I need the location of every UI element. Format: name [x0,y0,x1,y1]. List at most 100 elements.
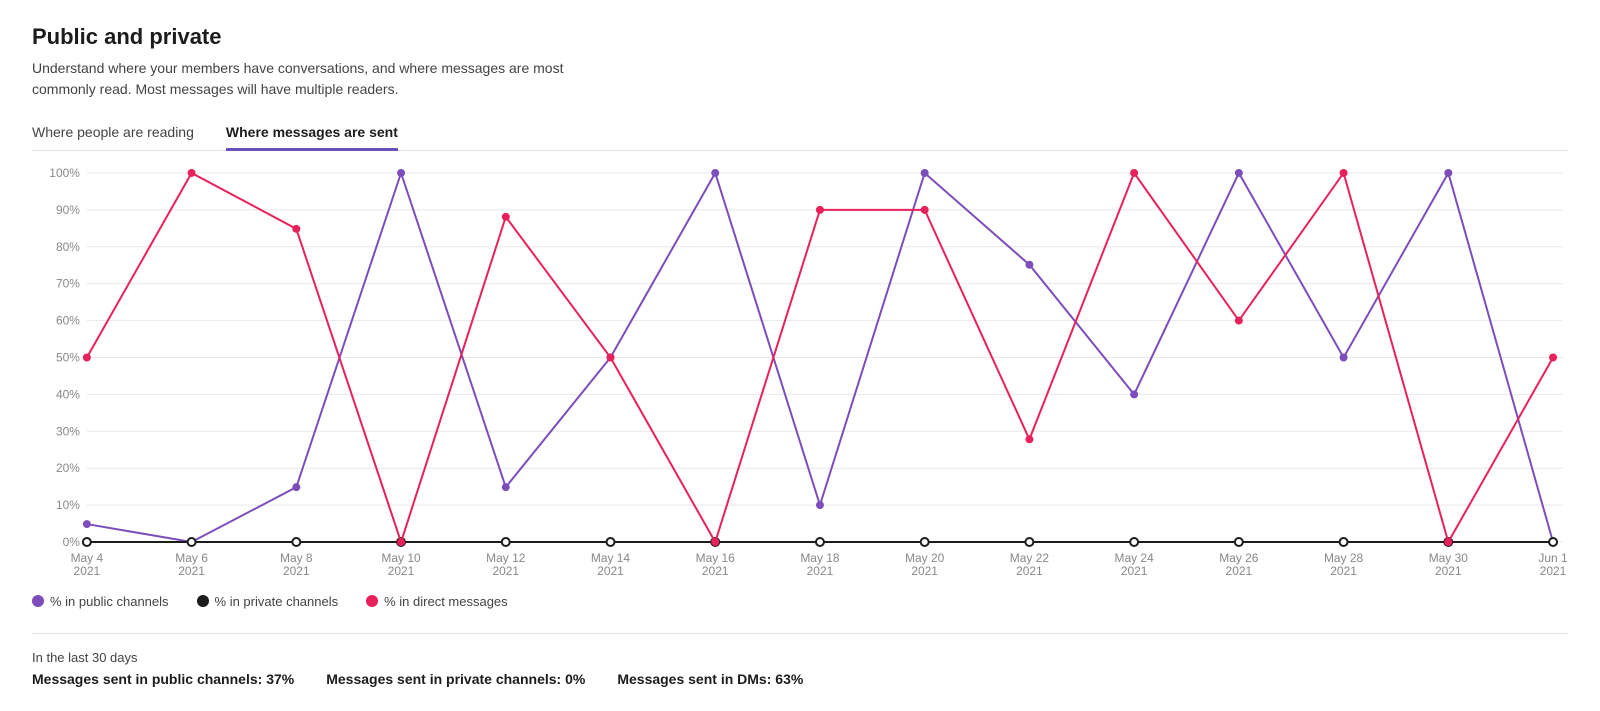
svg-text:60%: 60% [56,314,80,328]
dot-public [502,483,510,491]
stat-dm: Messages sent in DMs: 63% [617,671,803,687]
dot-private [1130,538,1138,546]
svg-text:May 18: May 18 [800,551,840,565]
legend-public: % in public channels [32,594,169,609]
stat-dm-value: 63% [775,671,803,687]
tab-sent[interactable]: Where messages are sent [226,116,398,151]
dot-dm [292,225,300,233]
dot-private [1025,538,1033,546]
legend-label-private: % in private channels [215,594,339,609]
svg-text:May 24: May 24 [1115,551,1155,565]
svg-text:2021: 2021 [1226,564,1253,578]
svg-text:20%: 20% [56,461,80,475]
dot-private [1235,538,1243,546]
svg-text:2021: 2021 [388,564,415,578]
svg-text:2021: 2021 [492,564,519,578]
svg-text:70%: 70% [56,277,80,291]
dot-private [188,538,196,546]
legend-dot-public [32,595,44,607]
dot-private [292,538,300,546]
line-chart: .grid-line { stroke: #e8e8e8; stroke-wid… [32,163,1568,582]
tab-reading[interactable]: Where people are reading [32,116,194,151]
svg-text:2021: 2021 [1540,564,1567,578]
dot-dm [711,538,719,546]
svg-text:0%: 0% [63,535,81,549]
chart-container: .grid-line { stroke: #e8e8e8; stroke-wid… [32,163,1568,582]
svg-text:May 4: May 4 [71,551,104,565]
dot-dm [921,206,929,214]
svg-text:100%: 100% [49,166,80,180]
svg-text:May 14: May 14 [591,551,631,565]
dot-private [1340,538,1348,546]
svg-text:30%: 30% [56,424,80,438]
svg-text:2021: 2021 [1016,564,1043,578]
summary-stats: Messages sent in public channels: 37% Me… [32,671,1568,687]
dot-private [1549,538,1557,546]
dot-public [1444,169,1452,177]
stat-private-label: Messages sent in private channels: [326,671,561,687]
summary-section: In the last 30 days Messages sent in pub… [32,633,1568,687]
svg-text:May 30: May 30 [1429,551,1469,565]
svg-text:50%: 50% [56,350,80,364]
stat-public-value: 37% [266,671,294,687]
svg-text:May 8: May 8 [280,551,313,565]
stat-public: Messages sent in public channels: 37% [32,671,294,687]
dot-private [921,538,929,546]
svg-text:2021: 2021 [911,564,938,578]
stat-public-label: Messages sent in public channels: [32,671,262,687]
dot-public [816,501,824,509]
dot-dm [607,354,615,362]
svg-text:2021: 2021 [1330,564,1357,578]
dot-dm [1130,169,1138,177]
svg-text:80%: 80% [56,240,80,254]
svg-text:May 26: May 26 [1219,551,1259,565]
svg-text:2021: 2021 [1435,564,1462,578]
dot-dm [188,169,196,177]
svg-text:40%: 40% [56,387,80,401]
dot-private [502,538,510,546]
dot-public [1340,354,1348,362]
dot-dm [1235,317,1243,325]
legend-dm: % in direct messages [366,594,508,609]
stat-dm-label: Messages sent in DMs: [617,671,771,687]
chart-legend: % in public channels % in private channe… [32,594,1568,609]
svg-text:2021: 2021 [807,564,834,578]
svg-text:May 20: May 20 [905,551,945,565]
dot-dm [83,354,91,362]
legend-label-dm: % in direct messages [384,594,508,609]
stat-private: Messages sent in private channels: 0% [326,671,585,687]
subtitle: Understand where your members have conve… [32,58,612,100]
svg-text:May 10: May 10 [381,551,421,565]
dot-private [83,538,91,546]
dot-dm [1444,538,1452,546]
legend-dot-dm [366,595,378,607]
stat-private-value: 0% [565,671,585,687]
dot-public [83,520,91,528]
dot-public [1235,169,1243,177]
svg-text:2021: 2021 [702,564,729,578]
dot-public [711,169,719,177]
dot-public [1130,390,1138,398]
svg-text:2021: 2021 [597,564,624,578]
dot-dm [1340,169,1348,177]
page-title: Public and private [32,24,1568,50]
legend-label-public: % in public channels [50,594,169,609]
svg-text:2021: 2021 [178,564,205,578]
svg-text:90%: 90% [56,203,80,217]
dot-public [1025,261,1033,269]
svg-text:May 12: May 12 [486,551,526,565]
dot-dm [1025,435,1033,443]
svg-text:2021: 2021 [283,564,310,578]
summary-period: In the last 30 days [32,650,1568,665]
svg-text:Jun 1: Jun 1 [1538,551,1568,565]
svg-text:2021: 2021 [1121,564,1148,578]
svg-text:10%: 10% [56,498,80,512]
svg-text:May 6: May 6 [175,551,208,565]
svg-text:2021: 2021 [74,564,101,578]
legend-private: % in private channels [197,594,339,609]
dot-public [397,169,405,177]
tabs: Where people are reading Where messages … [32,116,1568,151]
dot-dm [1549,354,1557,362]
svg-text:May 22: May 22 [1010,551,1050,565]
dot-private [816,538,824,546]
